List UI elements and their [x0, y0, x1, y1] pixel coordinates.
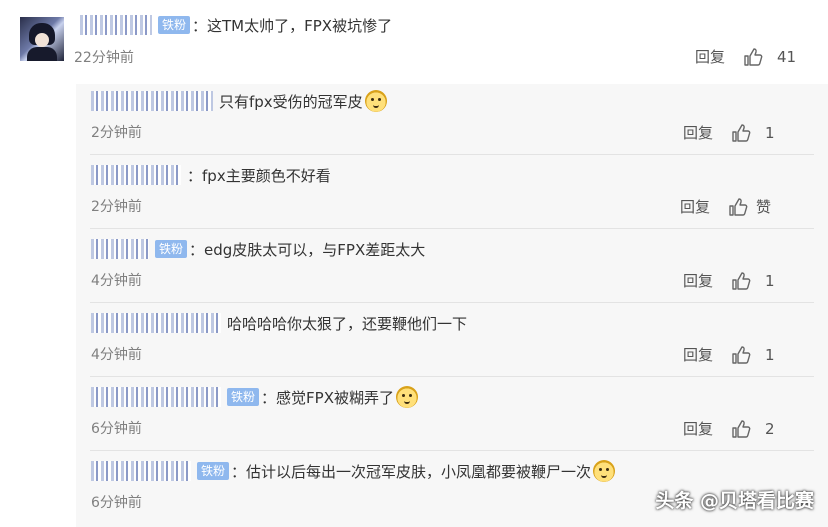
reply-text: fpx主要颜色不好看	[202, 166, 331, 185]
reply-text: 感觉FPX被糊弄了	[276, 388, 394, 407]
username-pixelated[interactable]	[91, 239, 149, 259]
reply-line: 铁粉 ： edg皮肤太可以，与FPX差距太大	[91, 236, 425, 262]
divider	[90, 302, 814, 303]
reply-time: 4分钟前	[91, 347, 142, 363]
reply-button[interactable]: 回复	[680, 196, 710, 217]
reply-colon: ：	[189, 240, 205, 259]
thumbs-up-icon[interactable]	[728, 197, 748, 216]
thumbs-up-icon[interactable]	[743, 47, 763, 66]
reply-button[interactable]: 回复	[683, 122, 713, 143]
doge-emoji-icon	[593, 460, 616, 482]
reply-button[interactable]: 回复	[695, 46, 725, 67]
doge-emoji-icon	[395, 386, 418, 408]
fan-badge[interactable]: 铁粉	[197, 462, 230, 480]
thumbs-up-icon[interactable]	[731, 271, 751, 290]
reply-text: edg皮肤太可以，与FPX差距太大	[204, 240, 426, 259]
username-pixelated[interactable]	[91, 387, 221, 407]
reply-time: 6分钟前	[91, 421, 142, 437]
doge-emoji-icon	[364, 90, 387, 112]
divider	[90, 376, 814, 377]
thumbs-up-icon[interactable]	[731, 345, 751, 364]
fan-badge[interactable]: 铁粉	[158, 16, 191, 34]
watermark: 头条 @贝塔看比赛	[655, 490, 814, 512]
reply-line: 铁粉 ： 估计以后每出一次冠军皮肤，小凤凰都要被鞭尸一次	[91, 458, 616, 484]
reply-line: 只有fpx受伤的冠军皮	[91, 88, 387, 114]
reply-colon: ：	[187, 166, 203, 185]
fan-badge[interactable]: 铁粉	[155, 240, 188, 258]
like-label[interactable]: 赞	[756, 196, 771, 217]
username-pixelated[interactable]	[91, 165, 181, 185]
reply-time: 2分钟前	[91, 125, 142, 141]
reply-time: 2分钟前	[91, 199, 142, 215]
reply-button[interactable]: 回复	[683, 418, 713, 439]
reply-colon: ：	[261, 388, 277, 407]
reply-text: 哈哈哈哈你太狠了，还要鞭他们一下	[227, 314, 468, 333]
reply-actions: 回复 赞	[680, 196, 771, 217]
username-pixelated[interactable]	[91, 91, 213, 111]
divider	[90, 228, 814, 229]
reply-button[interactable]: 回复	[683, 344, 713, 365]
reply-actions: 回复 1	[683, 270, 775, 291]
reply-line: 哈哈哈哈你太狠了，还要鞭他们一下	[91, 310, 467, 336]
avatar-coat	[27, 47, 57, 61]
username-pixelated[interactable]	[91, 313, 221, 333]
like-count: 1	[765, 271, 775, 290]
like-count: 1	[765, 345, 775, 364]
reply-line: ： fpx主要颜色不好看	[91, 162, 331, 188]
username-pixelated[interactable]	[91, 461, 191, 481]
main-comment-actions: 回复 41	[695, 46, 796, 67]
reply-time: 4分钟前	[91, 273, 142, 289]
fan-badge[interactable]: 铁粉	[227, 388, 260, 406]
reply-actions: 回复 2	[683, 418, 775, 439]
avatar-face	[35, 33, 49, 47]
like-count: 41	[777, 47, 797, 66]
reply-time: 6分钟前	[91, 495, 142, 511]
reply-line: 铁粉 ： 感觉FPX被糊弄了	[91, 384, 418, 410]
like-count: 1	[765, 123, 775, 142]
divider	[90, 154, 814, 155]
main-comment-text: ：这TM太帅了，FPX被坑惨了	[192, 16, 393, 35]
reply-button[interactable]: 回复	[683, 270, 713, 291]
reply-actions: 回复 1	[683, 344, 775, 365]
reply-colon: ：	[231, 462, 247, 481]
main-comment-line: 铁粉 ：这TM太帅了，FPX被坑惨了	[80, 12, 392, 38]
thumbs-up-icon[interactable]	[731, 123, 751, 142]
divider	[90, 450, 814, 451]
username-pixelated[interactable]	[80, 15, 152, 35]
reply-text: 估计以后每出一次冠军皮肤，小凤凰都要被鞭尸一次	[246, 462, 592, 481]
reply-actions: 回复 1	[683, 122, 775, 143]
reply-text: 只有fpx受伤的冠军皮	[219, 92, 363, 111]
main-comment-time: 22分钟前	[74, 50, 134, 66]
like-count: 2	[765, 419, 775, 438]
thumbs-up-icon[interactable]	[731, 419, 751, 438]
avatar[interactable]	[20, 17, 64, 61]
